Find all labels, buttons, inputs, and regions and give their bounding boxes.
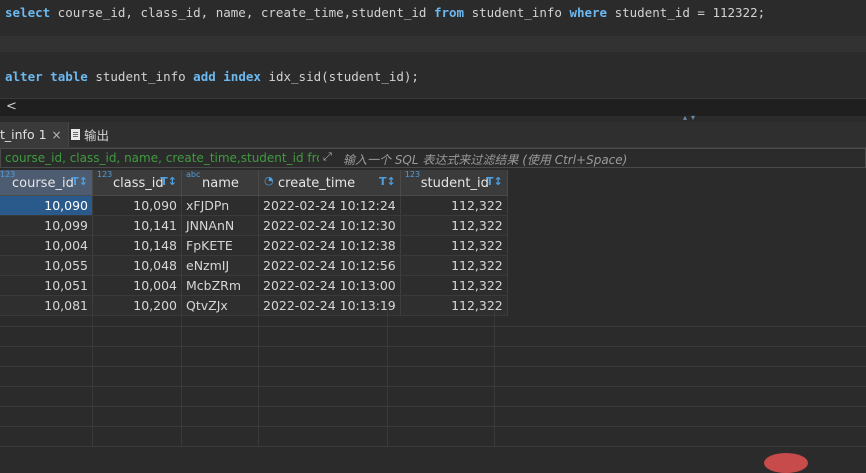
cell-student-id[interactable]: 112,322: [400, 275, 508, 296]
empty-row: [0, 327, 866, 347]
cell-course-id[interactable]: 10,099: [0, 215, 93, 236]
text-type-icon: abc: [186, 170, 201, 179]
splitter-handle-icon[interactable]: ▴▾: [683, 113, 699, 122]
cell-course-id[interactable]: 10,004: [0, 235, 93, 256]
empty-row: [0, 347, 866, 367]
table-name: student_info: [464, 5, 570, 20]
expand-icon[interactable]: ⤢: [323, 150, 332, 164]
sql-line-select[interactable]: select course_id, class_id, name, create…: [5, 5, 765, 20]
empty-row: [0, 367, 866, 387]
column-header-course-id[interactable]: 123 course_id T↕: [0, 170, 93, 196]
clock-icon: ◔: [264, 174, 274, 187]
header-row: 123 course_id T↕ 123 class_id T↕ abc nam…: [0, 170, 508, 196]
empty-row: [0, 307, 866, 327]
table-row[interactable]: 10,051 10,004 McbZRm 2022-02-24 10:13:00…: [0, 275, 508, 296]
index-definition: idx_sid(student_id);: [260, 69, 419, 84]
document-icon: [71, 129, 80, 140]
empty-row: [0, 427, 866, 447]
column-header-name[interactable]: abc name: [181, 170, 259, 196]
column-name: course_id: [12, 176, 74, 191]
empty-grid-area: [0, 307, 866, 447]
sort-icon[interactable]: T↕: [160, 175, 177, 188]
result-grid: 123 course_id T↕ 123 class_id T↕ abc nam…: [0, 170, 866, 459]
cell-create-time[interactable]: 2022-02-24 10:12:56: [258, 255, 401, 276]
tab-label: t_info 1: [0, 127, 47, 142]
cell-class-id[interactable]: 10,090: [92, 195, 182, 216]
cell-create-time[interactable]: 2022-02-24 10:12:24: [258, 195, 401, 216]
column-name: student_id: [420, 176, 489, 191]
column-name: name: [202, 176, 239, 191]
cell-course-id[interactable]: 10,090: [0, 195, 93, 216]
cell-course-id[interactable]: 10,055: [0, 255, 93, 276]
tab-student-info-1[interactable]: t_info 1 ×: [0, 122, 69, 147]
cell-name[interactable]: JNNAnN: [181, 215, 259, 236]
filter-bar[interactable]: course_id, class_id, name, create_time,s…: [0, 148, 866, 168]
cell-class-id[interactable]: 10,048: [92, 255, 182, 276]
current-line-highlight: [0, 36, 866, 52]
sort-icon[interactable]: T↕: [486, 175, 503, 188]
result-tabs: t_info 1 × 输出: [0, 122, 866, 148]
floating-widget[interactable]: [764, 453, 808, 473]
keyword: index: [223, 69, 261, 84]
tab-label: 输出: [84, 128, 110, 143]
table-row[interactable]: 10,055 10,048 eNzmIJ 2022-02-24 10:12:56…: [0, 255, 508, 276]
column-list: course_id, class_id, name, create_time,s…: [50, 5, 434, 20]
scroll-left-icon[interactable]: <: [6, 99, 17, 114]
number-type-icon: 123: [97, 170, 113, 179]
cell-create-time[interactable]: 2022-02-24 10:12:38: [258, 235, 401, 256]
table-row[interactable]: 10,099 10,141 JNNAnN 2022-02-24 10:12:30…: [0, 215, 508, 236]
cell-student-id[interactable]: 112,322: [400, 255, 508, 276]
editor-horizontal-scrollbar[interactable]: <: [0, 98, 866, 117]
column-name: create_time: [278, 176, 356, 191]
cell-create-time[interactable]: 2022-02-24 10:12:30: [258, 215, 401, 236]
keyword: where: [569, 5, 608, 20]
cell-course-id[interactable]: 10,051: [0, 275, 93, 296]
keyword: select: [5, 5, 51, 20]
keyword: add: [193, 69, 216, 84]
cell-class-id[interactable]: 10,004: [92, 275, 182, 296]
empty-row: [0, 387, 866, 407]
filter-text[interactable]: course_id, class_id, name, create_time,s…: [5, 151, 319, 165]
number-type-icon: 123: [404, 170, 421, 179]
cell-class-id[interactable]: 10,141: [92, 215, 182, 236]
keyword: from: [433, 5, 465, 20]
sql-line-alter[interactable]: alter table student_info add index idx_s…: [5, 69, 419, 84]
filter-placeholder[interactable]: 输入一个 SQL 表达式来过滤结果 (使用 Ctrl+Space): [343, 151, 627, 168]
empty-row: [0, 407, 866, 427]
cell-name[interactable]: McbZRm: [181, 275, 259, 296]
close-icon[interactable]: ×: [52, 128, 62, 142]
table-name: student_info: [87, 69, 194, 84]
column-name: class_id: [113, 176, 164, 191]
cell-student-id[interactable]: 112,322: [400, 235, 508, 256]
cell-create-time[interactable]: 2022-02-24 10:13:00: [258, 275, 401, 296]
sort-icon[interactable]: T↕: [379, 175, 396, 188]
column-header-student-id[interactable]: 123 student_id T↕: [400, 170, 508, 196]
condition: student_id =: [607, 5, 713, 20]
sort-icon[interactable]: T↕: [71, 175, 88, 188]
keyword: alter: [5, 69, 43, 84]
cell-student-id[interactable]: 112,322: [400, 195, 508, 216]
sql-editor[interactable]: select course_id, class_id, name, create…: [0, 0, 866, 98]
result-table: 123 course_id T↕ 123 class_id T↕ abc nam…: [0, 170, 508, 316]
cell-name[interactable]: eNzmIJ: [181, 255, 259, 276]
cell-name[interactable]: FpKETE: [181, 235, 259, 256]
column-header-class-id[interactable]: 123 class_id T↕: [92, 170, 182, 196]
keyword: table: [50, 69, 88, 84]
semicolon: ;: [757, 5, 766, 20]
cell-name[interactable]: xFJDPn: [181, 195, 259, 216]
cell-class-id[interactable]: 10,148: [92, 235, 182, 256]
column-header-create-time[interactable]: ◔ create_time T↕: [258, 170, 401, 196]
table-row[interactable]: 10,090 10,090 xFJDPn 2022-02-24 10:12:24…: [0, 195, 508, 216]
cell-student-id[interactable]: 112,322: [400, 215, 508, 236]
tab-output[interactable]: 输出: [71, 122, 109, 147]
table-row[interactable]: 10,004 10,148 FpKETE 2022-02-24 10:12:38…: [0, 235, 508, 256]
literal-value: 112322: [712, 5, 758, 20]
